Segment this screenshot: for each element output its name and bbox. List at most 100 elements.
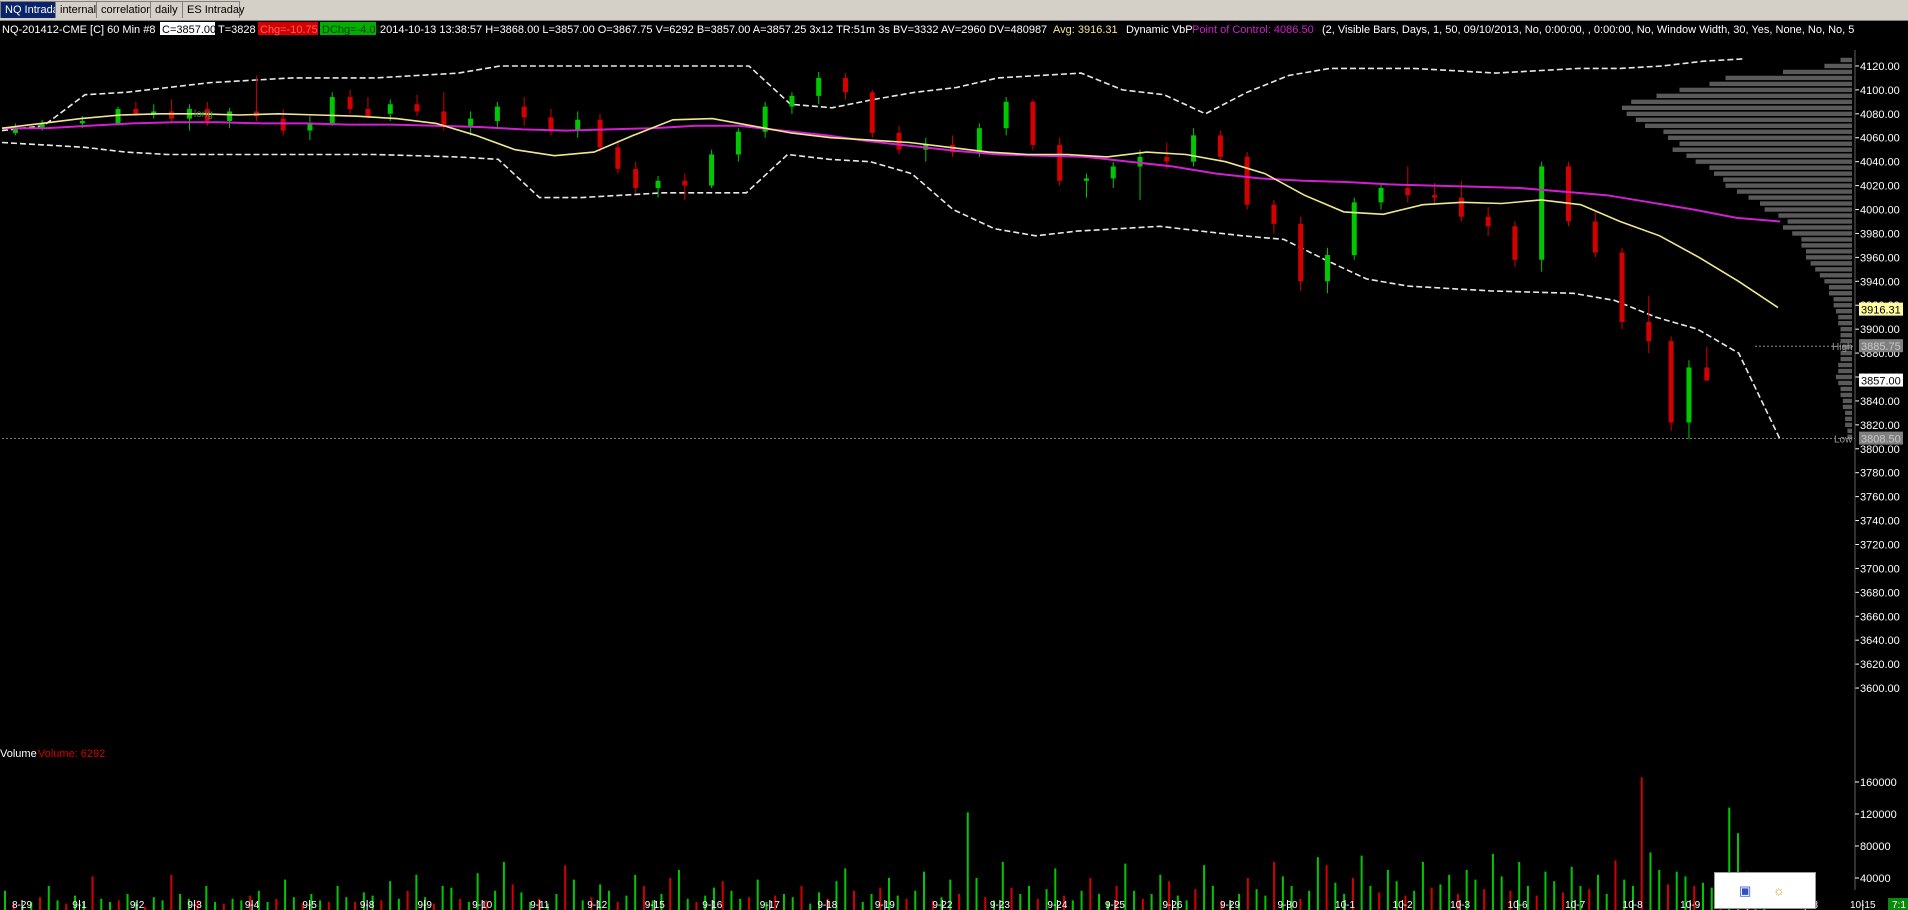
- volume-bar-up: [1159, 874, 1162, 910]
- x-tick-label: 9-8: [360, 900, 375, 910]
- tray-popup[interactable]: ▣ ☼: [1714, 872, 1816, 909]
- candle-up: [468, 118, 474, 126]
- profile-bar: [1672, 147, 1852, 152]
- y-tick-label: 3740.00: [1860, 516, 1900, 528]
- volume-bar-up: [1658, 870, 1661, 910]
- avg-label: Avg: 3916.31: [1053, 24, 1118, 36]
- profile-bar: [1760, 201, 1852, 206]
- chg-label: Chg=-10.75: [260, 24, 318, 36]
- volume-bar-up: [844, 868, 847, 910]
- tab-internals[interactable]: internals: [55, 1, 102, 18]
- profile-bar: [1806, 255, 1852, 260]
- y-tick-label: 4120.00: [1860, 61, 1900, 73]
- profile-bar: [1838, 314, 1852, 320]
- x-tick-label: 10-2: [1393, 900, 1413, 910]
- volume-bar-up: [1150, 894, 1153, 910]
- profile-bar: [1840, 326, 1852, 332]
- candle-down: [347, 97, 353, 110]
- x-tick-label: 10-6: [1508, 900, 1528, 910]
- profile-bar: [1695, 159, 1852, 164]
- volume-bar-down: [800, 886, 803, 910]
- volume-bar-up: [1071, 900, 1074, 910]
- tab-es-intraday[interactable]: ES Intraday: [182, 1, 244, 18]
- candle-down: [1405, 187, 1411, 196]
- volume-bar-up: [1491, 854, 1494, 910]
- volume-bar-up: [555, 894, 558, 910]
- candle-down: [1704, 367, 1710, 381]
- profile-bar: [1709, 81, 1852, 87]
- candle-down: [869, 92, 875, 133]
- params-label: (2, Visible Bars, Days, 1, 50, 09/10/201…: [1322, 24, 1854, 36]
- x-tick-label: 9-15: [645, 900, 665, 910]
- candle-up: [1686, 367, 1692, 423]
- profile-bar: [1824, 279, 1852, 284]
- profile-bar: [1829, 291, 1852, 296]
- volume-bar-up: [109, 902, 112, 910]
- y-tick-label: 3620.00: [1860, 659, 1900, 671]
- x-tick-label: 9-16: [702, 900, 722, 910]
- flag-icon[interactable]: ▣: [1739, 883, 1751, 899]
- tab-daily[interactable]: daily: [150, 1, 183, 18]
- volume-bar-down: [1010, 887, 1013, 910]
- volume-tick-label: 160000: [1860, 777, 1897, 789]
- y-tick-label: 3680.00: [1860, 587, 1900, 599]
- profile-bar: [1833, 303, 1852, 308]
- profile-bar: [1835, 374, 1852, 380]
- volume-bar-up: [1649, 852, 1652, 910]
- volume-bar-down: [65, 903, 68, 910]
- volume-bar-up: [284, 879, 287, 910]
- volume-bar-down: [1378, 892, 1381, 910]
- candle-down: [1668, 341, 1674, 423]
- x-tick-label: 10-3: [1450, 900, 1470, 910]
- profile-bar: [1783, 69, 1852, 75]
- volume-bar-up: [520, 892, 523, 910]
- profile-bar: [1792, 231, 1852, 236]
- volume-bar-up: [1544, 871, 1547, 910]
- profile-bar: [1847, 428, 1852, 434]
- volume-bar-down: [1614, 860, 1617, 910]
- candle-down: [633, 168, 639, 188]
- profile-bar: [1801, 243, 1852, 248]
- x-tick-label: 9-25: [1105, 900, 1125, 910]
- candle-down: [1217, 135, 1223, 157]
- candle-down: [1030, 101, 1036, 145]
- price-chart[interactable]: NQ-201412-CME [C] 60 Min #8 C=3857.00 T=…: [0, 20, 1908, 910]
- volume-bar-up: [1369, 886, 1372, 910]
- profile-bar: [1748, 195, 1852, 200]
- tab-correlations[interactable]: correlations: [96, 1, 158, 18]
- volume-bar-up: [861, 902, 864, 910]
- volume-bar-up: [266, 902, 269, 910]
- volume-bar-up: [1413, 890, 1416, 910]
- price-pane[interactable]: 4120.00 4100.00 4080.00 4060.00 4040.00 4020.…: [1, 50, 1903, 890]
- corner-label: 7:1: [1892, 900, 1906, 910]
- x-tick-label: 9-23: [990, 900, 1010, 910]
- volume-bar-down: [1561, 892, 1564, 910]
- volume-bar-up: [336, 886, 339, 910]
- profile-bar: [1833, 297, 1852, 302]
- volume-bar-up: [450, 887, 453, 910]
- x-tick-label: 9-12: [587, 900, 607, 910]
- profile-bar: [1709, 165, 1852, 170]
- candle-down: [1244, 156, 1250, 205]
- profile-bar: [1845, 416, 1852, 422]
- bar-info-label: 2014-10-13 13:38:57 H=3868.00 L=3857.00 …: [380, 24, 1047, 36]
- y-tick-label: 3820.00: [1860, 420, 1900, 432]
- volume-bar-up: [923, 871, 926, 910]
- volume-bar-up: [231, 898, 234, 910]
- candle-up: [789, 95, 795, 107]
- profile-bar: [1668, 135, 1852, 140]
- profile-bar: [1679, 141, 1852, 146]
- volume-bar-up: [214, 902, 217, 910]
- tab-nq-intraday[interactable]: NQ Intraday: [0, 1, 64, 18]
- globe-icon[interactable]: ☼: [1773, 883, 1785, 898]
- x-tick-label: 9-9: [417, 900, 432, 910]
- profile-bar: [1656, 93, 1852, 99]
- volume-bar-up: [1255, 889, 1258, 910]
- profile-bar: [1645, 123, 1852, 128]
- candle-down: [1298, 223, 1304, 282]
- x-tick-label: 10-9: [1680, 900, 1700, 910]
- candle-up: [329, 97, 335, 124]
- volume-pane[interactable]: Volume Volume: 6292 160000 120000 80000 400…: [0, 748, 1897, 910]
- volume-bar-down: [380, 900, 383, 910]
- x-tick-label: 9-29: [1220, 900, 1240, 910]
